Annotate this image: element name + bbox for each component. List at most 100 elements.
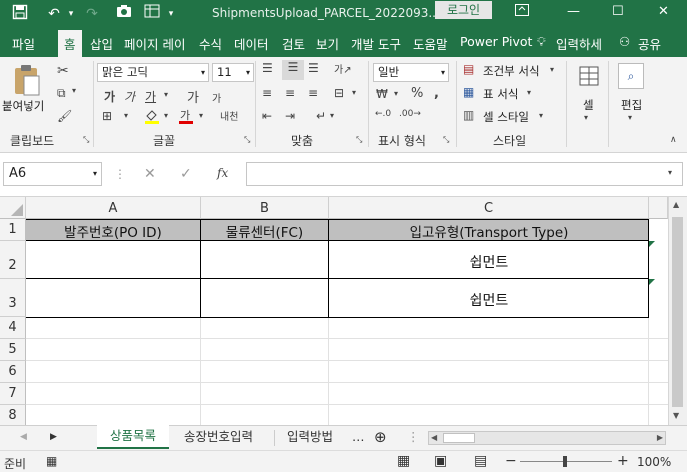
align-right-icon[interactable]: ≡ [308, 86, 318, 100]
cells-button[interactable]: 셀 [583, 97, 594, 113]
person-icon[interactable]: ⚇ [619, 34, 630, 49]
cell-b1[interactable]: 물류센터(FC) [201, 221, 328, 241]
tab-home[interactable]: 홈 [58, 30, 82, 57]
tab-data[interactable]: 데이터 [234, 34, 269, 53]
wrap-dropdown-icon[interactable]: ▾ [330, 111, 334, 120]
zoom-slider-thumb[interactable] [563, 456, 567, 467]
tab-review[interactable]: 검토 [282, 34, 305, 53]
customize-toolbar-icon[interactable]: ▾ [166, 4, 176, 24]
macro-record-icon[interactable]: ▦ [46, 454, 57, 468]
conditional-format-icon[interactable]: ▤ [463, 62, 474, 76]
clipboard-launcher-icon[interactable]: ⤡ [83, 135, 89, 145]
shrink-font-icon[interactable]: 가 [212, 90, 221, 105]
undo-dropdown-icon[interactable]: ▾ [66, 4, 76, 24]
merge-dropdown-icon[interactable]: ▾ [352, 88, 356, 97]
cell-c3[interactable]: 쉽먼트 [329, 290, 649, 310]
conditional-format-button[interactable]: 조건부 서식 [483, 63, 540, 79]
decrease-indent-icon[interactable]: ⇤ [262, 109, 272, 123]
bold-icon[interactable]: 가 [104, 88, 115, 105]
minimize-icon[interactable]: — [567, 4, 580, 19]
sheet-tab-howto[interactable]: 입력방법 [287, 426, 333, 450]
save-icon[interactable] [10, 4, 30, 24]
lightbulb-icon[interactable]: 💡︎ [537, 34, 546, 50]
cells-icon[interactable] [578, 65, 600, 90]
percent-icon[interactable]: % [411, 86, 423, 101]
copy-icon[interactable]: ⧉ [57, 86, 66, 101]
prev-sheet-icon[interactable]: ◀ [20, 426, 27, 450]
paste-label[interactable]: 붙여넣기 [2, 98, 44, 114]
share-button[interactable]: 공유 [638, 34, 661, 53]
cells-dropdown-icon[interactable]: ▾ [584, 113, 588, 122]
ribbon-display-icon[interactable] [515, 4, 529, 20]
font-color-icon[interactable]: 가 [177, 107, 195, 128]
cancel-icon[interactable]: ✕ [144, 166, 156, 182]
phonetic-icon[interactable]: 내천 [220, 108, 238, 123]
page-layout-view-icon[interactable]: ▣ [434, 453, 447, 469]
camera-icon[interactable] [114, 4, 134, 24]
middle-align-icon[interactable]: ☰ [282, 60, 304, 80]
tab-file[interactable]: 파일 [12, 34, 35, 53]
form-icon[interactable] [142, 4, 162, 24]
cell-style-icon[interactable]: ▥ [463, 108, 474, 122]
underline-icon[interactable]: 가 [145, 88, 156, 105]
wrap-text-icon[interactable]: ↵ [316, 109, 326, 123]
more-sheets-icon[interactable]: … [352, 426, 365, 450]
cell-style-button[interactable]: 셀 스타일 [483, 109, 529, 125]
orientation-icon[interactable]: 가↗ [334, 61, 352, 76]
editing-button[interactable]: 편집 [621, 97, 642, 113]
search-icon[interactable]: ⌕ [618, 63, 644, 89]
table-format-dropdown-icon[interactable]: ▾ [527, 88, 531, 97]
increase-decimal-icon[interactable]: ←.0 [375, 109, 391, 119]
cell-c2[interactable]: 쉽먼트 [329, 252, 649, 272]
zoom-level[interactable]: 100% [637, 455, 671, 469]
scroll-down-icon[interactable]: ▼ [673, 411, 679, 420]
tab-formulas[interactable]: 수식 [199, 34, 222, 53]
scroll-up-icon[interactable]: ▲ [673, 200, 679, 209]
align-center-icon[interactable]: ≡ [285, 86, 295, 100]
formula-input[interactable] [246, 162, 683, 186]
number-format-select[interactable]: 일반 ▾ [373, 63, 449, 82]
font-color-dropdown-icon[interactable]: ▾ [199, 111, 203, 120]
copy-dropdown-icon[interactable]: ▾ [72, 86, 76, 95]
table-format-icon[interactable]: ▦ [463, 85, 474, 99]
vertical-scrollbar[interactable]: ▲ ▼ [668, 197, 687, 425]
tab-developer[interactable]: 개발 도구 [351, 34, 401, 53]
fill-color-icon[interactable] [143, 107, 161, 128]
name-box[interactable]: A6 ▾ [3, 162, 102, 186]
conditional-dropdown-icon[interactable]: ▾ [550, 65, 554, 74]
accounting-format-icon[interactable]: ₩ [376, 87, 388, 101]
tab-insert[interactable]: 삽입 [90, 34, 113, 53]
cell-style-dropdown-icon[interactable]: ▾ [539, 111, 543, 120]
cell-c1[interactable]: 입고유형(Transport Type) [329, 221, 649, 241]
enter-icon[interactable]: ✓ [180, 166, 192, 182]
tab-power-pivot[interactable]: Power Pivot [460, 34, 532, 49]
redo-icon[interactable]: ↷ [82, 4, 102, 24]
horizontal-scrollbar[interactable]: ◀ ▶ [428, 431, 666, 445]
number-launcher-icon[interactable]: ⤡ [443, 135, 449, 145]
scroll-left-icon[interactable]: ◀ [431, 432, 437, 444]
align-left-icon[interactable]: ≡ [262, 86, 272, 100]
increase-indent-icon[interactable]: ⇥ [285, 109, 295, 123]
tell-me-input[interactable]: 입력하세 [556, 34, 602, 53]
close-icon[interactable]: ✕ [658, 4, 669, 19]
tab-view[interactable]: 보기 [316, 34, 339, 53]
accounting-dropdown-icon[interactable]: ▾ [394, 89, 398, 98]
normal-view-icon[interactable]: ▦ [397, 453, 410, 469]
fill-dropdown-icon[interactable]: ▾ [164, 111, 168, 120]
scroll-thumb[interactable] [443, 433, 475, 443]
collapse-ribbon-icon[interactable]: ∧ [670, 135, 677, 145]
scroll-thumb[interactable] [672, 217, 683, 407]
border-dropdown-icon[interactable]: ▾ [124, 111, 128, 120]
font-size-select[interactable]: 11 ▾ [212, 63, 254, 82]
scroll-right-icon[interactable]: ▶ [657, 432, 663, 444]
sheet-tab-products[interactable]: 상품목록 [97, 425, 169, 449]
zoom-out-icon[interactable]: − [505, 453, 517, 469]
undo-icon[interactable]: ↶ [44, 4, 64, 24]
add-sheet-icon[interactable]: ⊕ [374, 426, 387, 450]
cell-a1[interactable]: 발주번호(PO ID) [26, 221, 200, 241]
grow-font-icon[interactable]: 가 [187, 87, 199, 106]
font-launcher-icon[interactable]: ⤡ [244, 135, 250, 145]
tab-page-layout[interactable]: 페이지 레이 [124, 34, 185, 53]
merge-center-icon[interactable]: ⊟ [334, 86, 344, 100]
alignment-launcher-icon[interactable]: ⤡ [356, 135, 362, 145]
